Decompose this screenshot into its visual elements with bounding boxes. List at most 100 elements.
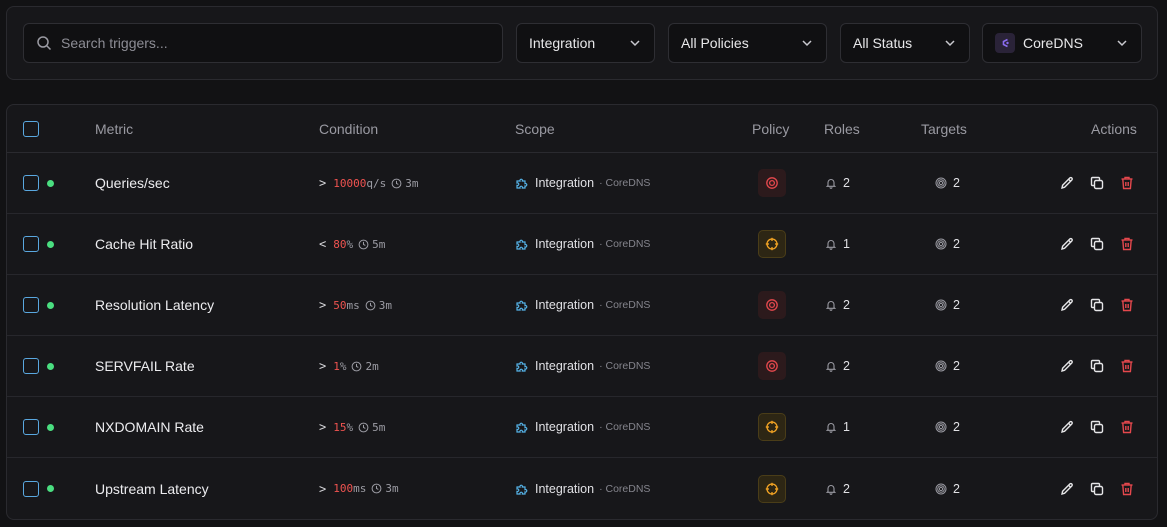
- scope-integration: · CoreDNS: [599, 360, 651, 372]
- metric-name[interactable]: SERVFAIL Rate: [95, 336, 195, 396]
- policy-badge[interactable]: [758, 413, 786, 441]
- targets-count[interactable]: 2: [935, 275, 960, 335]
- condition: > 1% 2m: [319, 336, 379, 396]
- copy-icon[interactable]: [1089, 419, 1105, 435]
- table-row[interactable]: Resolution Latency > 50 ms 3m Integration…: [7, 275, 1157, 336]
- search-input[interactable]: [61, 35, 461, 51]
- status-select[interactable]: All Status: [840, 23, 970, 63]
- policy-badge[interactable]: [758, 474, 786, 503]
- row-checkbox[interactable]: [23, 297, 39, 313]
- column-header-condition[interactable]: Condition: [319, 105, 378, 152]
- select-all-checkbox[interactable]: [23, 120, 39, 137]
- trash-icon[interactable]: [1119, 236, 1135, 252]
- search-field[interactable]: [23, 23, 503, 63]
- policy-badge[interactable]: [758, 291, 786, 319]
- column-header-policy[interactable]: Policy: [752, 105, 789, 152]
- metric-name[interactable]: Upstream Latency: [95, 458, 209, 519]
- condition-duration: 3m: [365, 299, 392, 312]
- scope-label: Integration: [535, 481, 595, 496]
- targets-count[interactable]: 2: [935, 153, 960, 213]
- table-row[interactable]: SERVFAIL Rate > 1% 2m Integration · Core…: [7, 336, 1157, 397]
- pencil-icon[interactable]: [1059, 419, 1075, 435]
- copy-icon[interactable]: [1089, 236, 1105, 252]
- targets-count[interactable]: 2: [935, 458, 960, 519]
- trash-icon[interactable]: [1119, 297, 1135, 313]
- pencil-icon[interactable]: [1059, 175, 1075, 191]
- policy-badge[interactable]: [758, 230, 786, 258]
- target-icon: [935, 483, 947, 494]
- row-checkbox[interactable]: [23, 358, 39, 374]
- puzzle-icon: [516, 300, 528, 311]
- condition-unit: %: [346, 420, 354, 434]
- copy-icon[interactable]: [1089, 297, 1105, 313]
- trash-icon[interactable]: [1119, 481, 1135, 497]
- coredns-logo-icon: [995, 33, 1015, 53]
- target-icon: [766, 299, 778, 311]
- roles-count[interactable]: 2: [825, 153, 850, 213]
- condition: > 100 ms 3m: [319, 458, 399, 519]
- filter-bar: Integration All Policies All Status Core…: [6, 6, 1158, 80]
- crosshair-icon: [765, 237, 779, 251]
- chevron-down-icon: [802, 40, 812, 47]
- pencil-icon[interactable]: [1059, 358, 1075, 374]
- triggers-table: Metric Condition Scope Policy Roles Targ…: [6, 104, 1158, 520]
- integration-select[interactable]: CoreDNS: [982, 23, 1142, 63]
- table-row[interactable]: Upstream Latency > 100 ms 3m Integration …: [7, 458, 1157, 519]
- policy-cell: [758, 214, 786, 274]
- pencil-icon[interactable]: [1059, 481, 1075, 497]
- row-actions: [1059, 336, 1135, 396]
- column-header-scope[interactable]: Scope: [515, 105, 555, 152]
- metric-name[interactable]: Resolution Latency: [95, 275, 214, 335]
- table-row[interactable]: Cache Hit Ratio < 80% 5m Integration · C…: [7, 214, 1157, 275]
- scope-label: Integration: [535, 359, 595, 373]
- row-actions: [1059, 275, 1135, 335]
- scope-integration: · CoreDNS: [599, 238, 651, 250]
- copy-icon[interactable]: [1089, 358, 1105, 374]
- policy-badge[interactable]: [758, 352, 786, 380]
- condition-unit: q/s: [366, 176, 387, 190]
- roles-count[interactable]: 2: [825, 275, 850, 335]
- policy-badge[interactable]: [758, 169, 786, 197]
- column-header-targets[interactable]: Targets: [921, 105, 967, 152]
- copy-icon[interactable]: [1089, 175, 1105, 191]
- scope: Integration · CoreDNS: [515, 336, 650, 396]
- policy-select[interactable]: All Policies: [668, 23, 827, 63]
- column-header-metric[interactable]: Metric: [95, 105, 133, 152]
- table-row[interactable]: Queries/sec > 10000 q/s 3m Integration · …: [7, 153, 1157, 214]
- duration-value: 3m: [405, 176, 419, 190]
- roles-count[interactable]: 1: [825, 397, 850, 457]
- metric-name[interactable]: Queries/sec: [95, 153, 170, 213]
- copy-icon[interactable]: [1089, 481, 1105, 497]
- target-icon: [935, 421, 947, 433]
- column-header-roles[interactable]: Roles: [824, 105, 860, 152]
- condition: > 15% 5m: [319, 397, 385, 457]
- pencil-icon[interactable]: [1059, 236, 1075, 252]
- roles-count[interactable]: 1: [825, 214, 850, 274]
- condition-value: 10000: [333, 176, 367, 190]
- type-select[interactable]: Integration: [516, 23, 655, 63]
- roles-count[interactable]: 2: [825, 458, 850, 519]
- condition-value: 15: [333, 420, 347, 434]
- condition-operator: >: [319, 420, 327, 434]
- metric-name[interactable]: NXDOMAIN Rate: [95, 397, 204, 457]
- condition-operator: >: [319, 176, 327, 190]
- row-checkbox[interactable]: [23, 480, 39, 497]
- targets-count[interactable]: 2: [935, 397, 960, 457]
- targets-count[interactable]: 2: [935, 214, 960, 274]
- condition-value: 1: [333, 359, 340, 373]
- target-icon: [935, 238, 947, 250]
- table-row[interactable]: NXDOMAIN Rate > 15% 5m Integration · Cor…: [7, 397, 1157, 458]
- roles-count[interactable]: 2: [825, 336, 850, 396]
- row-checkbox[interactable]: [23, 236, 39, 252]
- clock-icon: [358, 239, 369, 249]
- targets-count[interactable]: 2: [935, 336, 960, 396]
- trash-icon[interactable]: [1119, 419, 1135, 435]
- metric-name[interactable]: Cache Hit Ratio: [95, 214, 193, 274]
- row-checkbox[interactable]: [23, 175, 39, 191]
- pencil-icon[interactable]: [1059, 297, 1075, 313]
- row-checkbox[interactable]: [23, 419, 39, 435]
- roles-value: 2: [843, 481, 850, 496]
- trash-icon[interactable]: [1119, 358, 1135, 374]
- scope: Integration · CoreDNS: [515, 153, 650, 213]
- trash-icon[interactable]: [1119, 175, 1135, 191]
